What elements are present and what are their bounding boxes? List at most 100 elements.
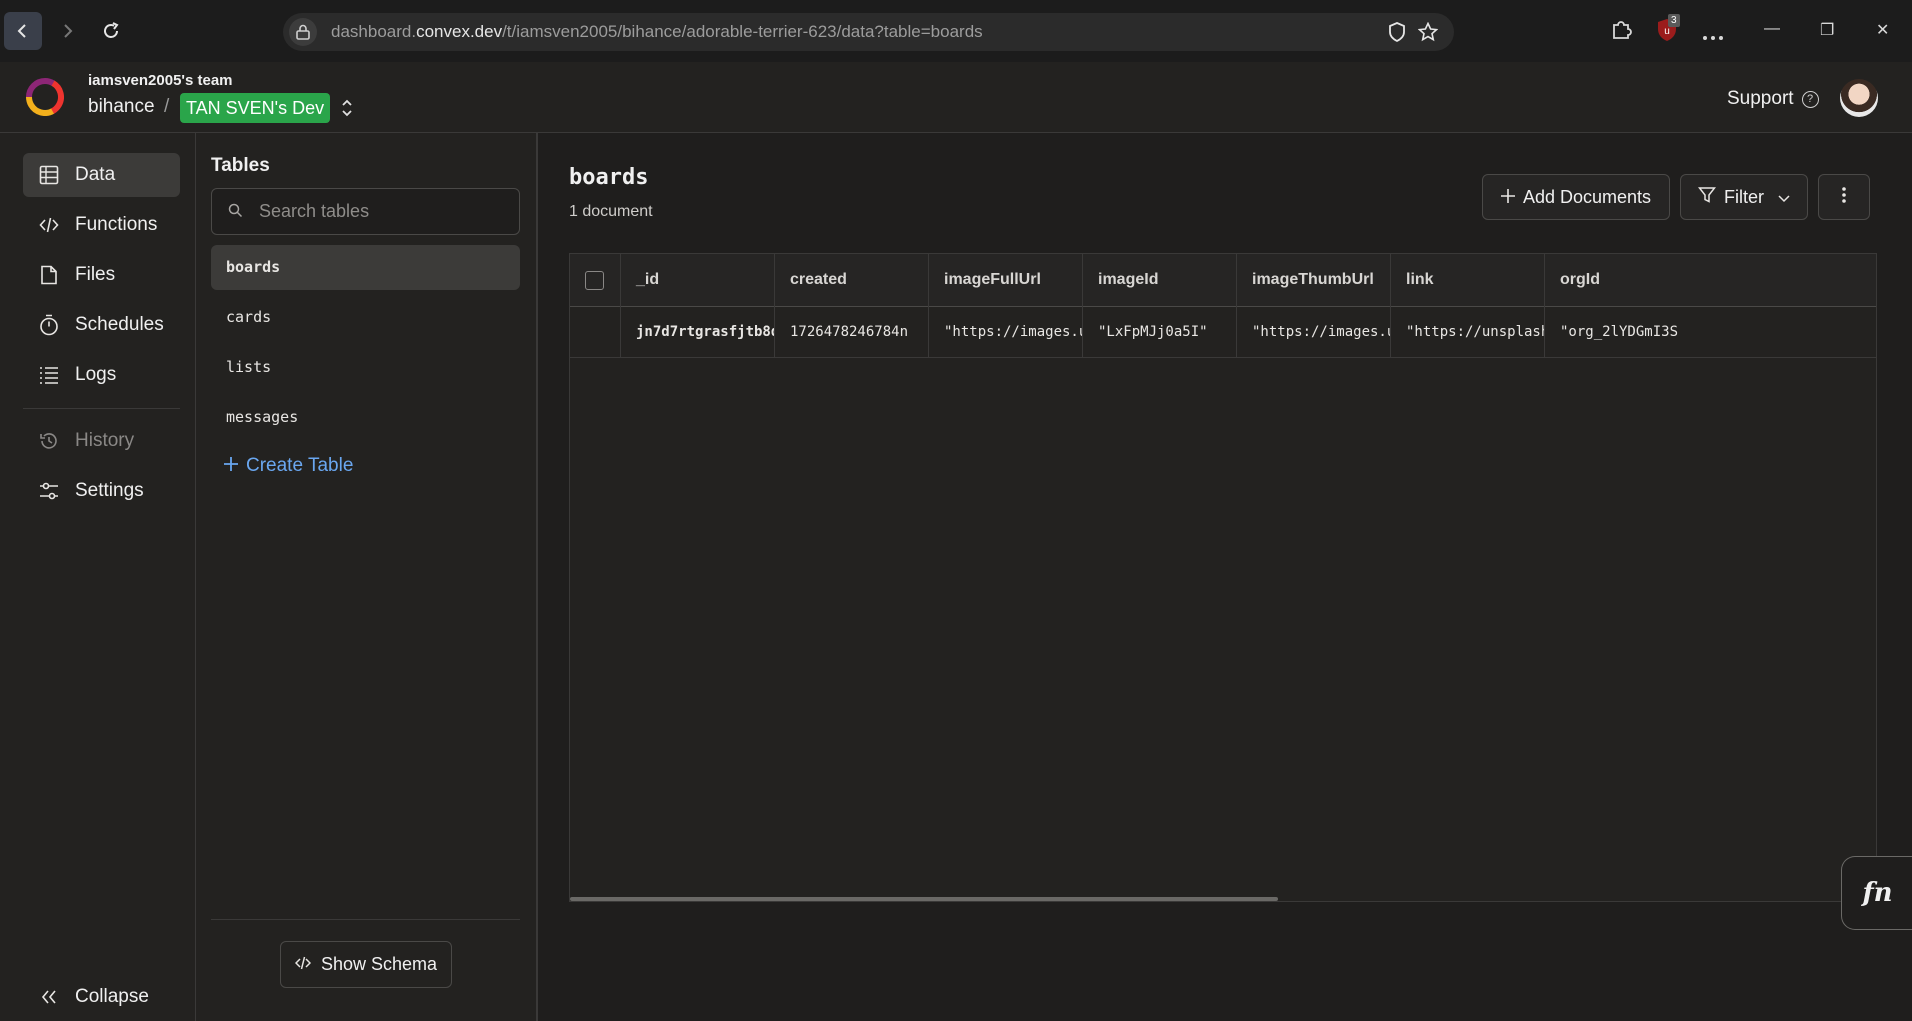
help-icon: ?	[1801, 90, 1819, 108]
search-tables-field[interactable]	[211, 188, 520, 235]
column-header[interactable]: imageId	[1083, 254, 1237, 306]
project-name[interactable]: bihance	[88, 96, 155, 118]
document-count-label: document	[582, 203, 653, 220]
bookmark-star-icon[interactable]	[1417, 21, 1439, 47]
row-select-cell[interactable]	[570, 306, 621, 357]
select-all-cell	[570, 254, 621, 306]
extensions-puzzle-icon[interactable]	[1610, 18, 1632, 45]
convex-logo-icon[interactable]	[26, 78, 64, 116]
table-row[interactable]: jn7d7rtgrasfjtb8q3… 1726478246784n "http…	[570, 306, 1876, 358]
table-cell[interactable]: "https://unsplash.…	[1391, 306, 1545, 357]
create-table-button[interactable]: Create Table	[224, 455, 353, 477]
data-view: boards 1 document Add Documents Filter _…	[538, 133, 1912, 1021]
create-table-label: Create Table	[246, 455, 354, 476]
chevrons-left-icon	[37, 985, 61, 1009]
back-button[interactable]	[4, 12, 42, 50]
select-all-checkbox[interactable]	[585, 270, 604, 290]
table-icon	[37, 163, 61, 187]
table-item-messages[interactable]: messages	[211, 395, 520, 440]
filter-icon	[1697, 186, 1717, 209]
support-label: Support	[1727, 88, 1794, 109]
reload-icon	[104, 22, 119, 38]
tables-panel: Tables boards cards lists messages Creat…	[196, 133, 538, 1021]
sidebar-item-label: Settings	[75, 480, 144, 501]
table-cell[interactable]: "LxFpMJj0a5I"	[1083, 306, 1237, 357]
sidebar-item-label: Functions	[75, 214, 158, 235]
column-header[interactable]: orgId	[1545, 254, 1876, 306]
app-header: iamsven2005's team bihance / TAN SVEN's …	[0, 62, 1912, 133]
add-documents-button[interactable]: Add Documents	[1482, 174, 1670, 220]
more-menu-icon[interactable]	[1702, 28, 1724, 46]
extension-badge: 3	[1668, 14, 1680, 27]
sidebar-item-label: History	[75, 430, 135, 451]
tracking-shield-icon[interactable]	[1388, 22, 1406, 47]
column-header[interactable]: imageThumbUrl	[1237, 254, 1391, 306]
column-header[interactable]: link	[1391, 254, 1545, 306]
column-header[interactable]: created	[775, 254, 929, 306]
restore-button[interactable]: ❐	[1820, 20, 1834, 40]
collapse-label: Collapse	[75, 986, 149, 1007]
deployment-badge[interactable]: TAN SVEN's Dev	[180, 93, 331, 123]
page-title: boards	[569, 165, 649, 190]
column-header[interactable]: imageFullUrl	[929, 254, 1083, 306]
history-icon	[37, 429, 61, 453]
sidebar-item-history[interactable]: History	[23, 419, 180, 463]
kebab-menu-icon	[1841, 186, 1847, 209]
code-icon	[37, 213, 61, 237]
filter-button[interactable]: Filter	[1680, 174, 1808, 220]
sidebar-item-data[interactable]: Data	[23, 153, 180, 197]
svg-text:u: u	[1664, 26, 1670, 37]
sidebar-item-schedules[interactable]: Schedules	[23, 303, 180, 347]
function-runner-button[interactable]: fn	[1841, 856, 1912, 930]
team-name[interactable]: iamsven2005's team	[88, 72, 233, 89]
sidebar-item-label: Logs	[75, 364, 117, 385]
stopwatch-icon	[37, 313, 61, 337]
sidebar-item-functions[interactable]: Functions	[23, 203, 180, 247]
table-cell[interactable]: "https://images.un…	[1237, 306, 1391, 357]
data-table: _id created imageFullUrl imageId imageTh…	[569, 253, 1877, 902]
sidebar-item-logs[interactable]: Logs	[23, 353, 180, 397]
table-cell[interactable]: "https://images.un…	[929, 306, 1083, 357]
site-info-button[interactable]	[289, 18, 317, 46]
more-options-button[interactable]	[1818, 174, 1870, 220]
sidebar-item-label: Files	[75, 264, 116, 285]
minimize-button[interactable]: —	[1764, 20, 1780, 38]
close-window-button[interactable]: ✕	[1876, 20, 1889, 40]
table-cell[interactable]: "org_2lYDGmI3S	[1545, 306, 1876, 357]
document-count-number: 1	[569, 203, 578, 220]
table-cell[interactable]: 1726478246784n	[775, 306, 929, 357]
support-link[interactable]: Support ?	[1727, 88, 1819, 110]
show-schema-button[interactable]: Show Schema	[280, 941, 452, 988]
table-cell[interactable]: jn7d7rtgrasfjtb8q3…	[621, 306, 775, 357]
avatar[interactable]	[1840, 79, 1878, 117]
filter-label: Filter	[1724, 186, 1764, 207]
table-header-row: _id created imageFullUrl imageId imageTh…	[570, 254, 1876, 307]
tables-heading: Tables	[211, 155, 270, 176]
column-header[interactable]: _id	[621, 254, 775, 306]
forward-button[interactable]	[48, 12, 86, 50]
table-item-lists[interactable]: lists	[211, 345, 520, 390]
chevron-right-icon	[64, 24, 73, 38]
chevron-up-down-icon[interactable]	[340, 98, 354, 123]
browser-toolbar: dashboard.convex.dev/t/iamsven2005/bihan…	[0, 0, 1912, 62]
collapse-sidebar-button[interactable]: Collapse	[23, 975, 180, 1019]
sliders-icon	[37, 479, 61, 503]
add-documents-label: Add Documents	[1522, 186, 1652, 207]
sidebar-item-settings[interactable]: Settings	[23, 469, 180, 513]
breadcrumb-separator: /	[164, 96, 170, 117]
panel-divider	[211, 919, 520, 920]
reload-button[interactable]	[92, 12, 130, 50]
document-count: 1 document	[569, 203, 653, 221]
search-tables-input[interactable]	[257, 200, 511, 223]
address-bar[interactable]: dashboard.convex.dev/t/iamsven2005/bihan…	[283, 13, 1454, 51]
table-item-cards[interactable]: cards	[211, 295, 520, 340]
code-icon	[294, 954, 312, 975]
url-text: dashboard.convex.dev/t/iamsven2005/bihan…	[331, 22, 983, 41]
sidebar-item-files[interactable]: Files	[23, 253, 180, 297]
sidebar-item-label: Schedules	[75, 314, 164, 335]
horizontal-scrollbar[interactable]	[570, 897, 1278, 901]
show-schema-label: Show Schema	[320, 954, 438, 974]
plus-icon	[224, 455, 238, 477]
file-icon	[37, 263, 61, 287]
table-item-boards[interactable]: boards	[211, 245, 520, 290]
